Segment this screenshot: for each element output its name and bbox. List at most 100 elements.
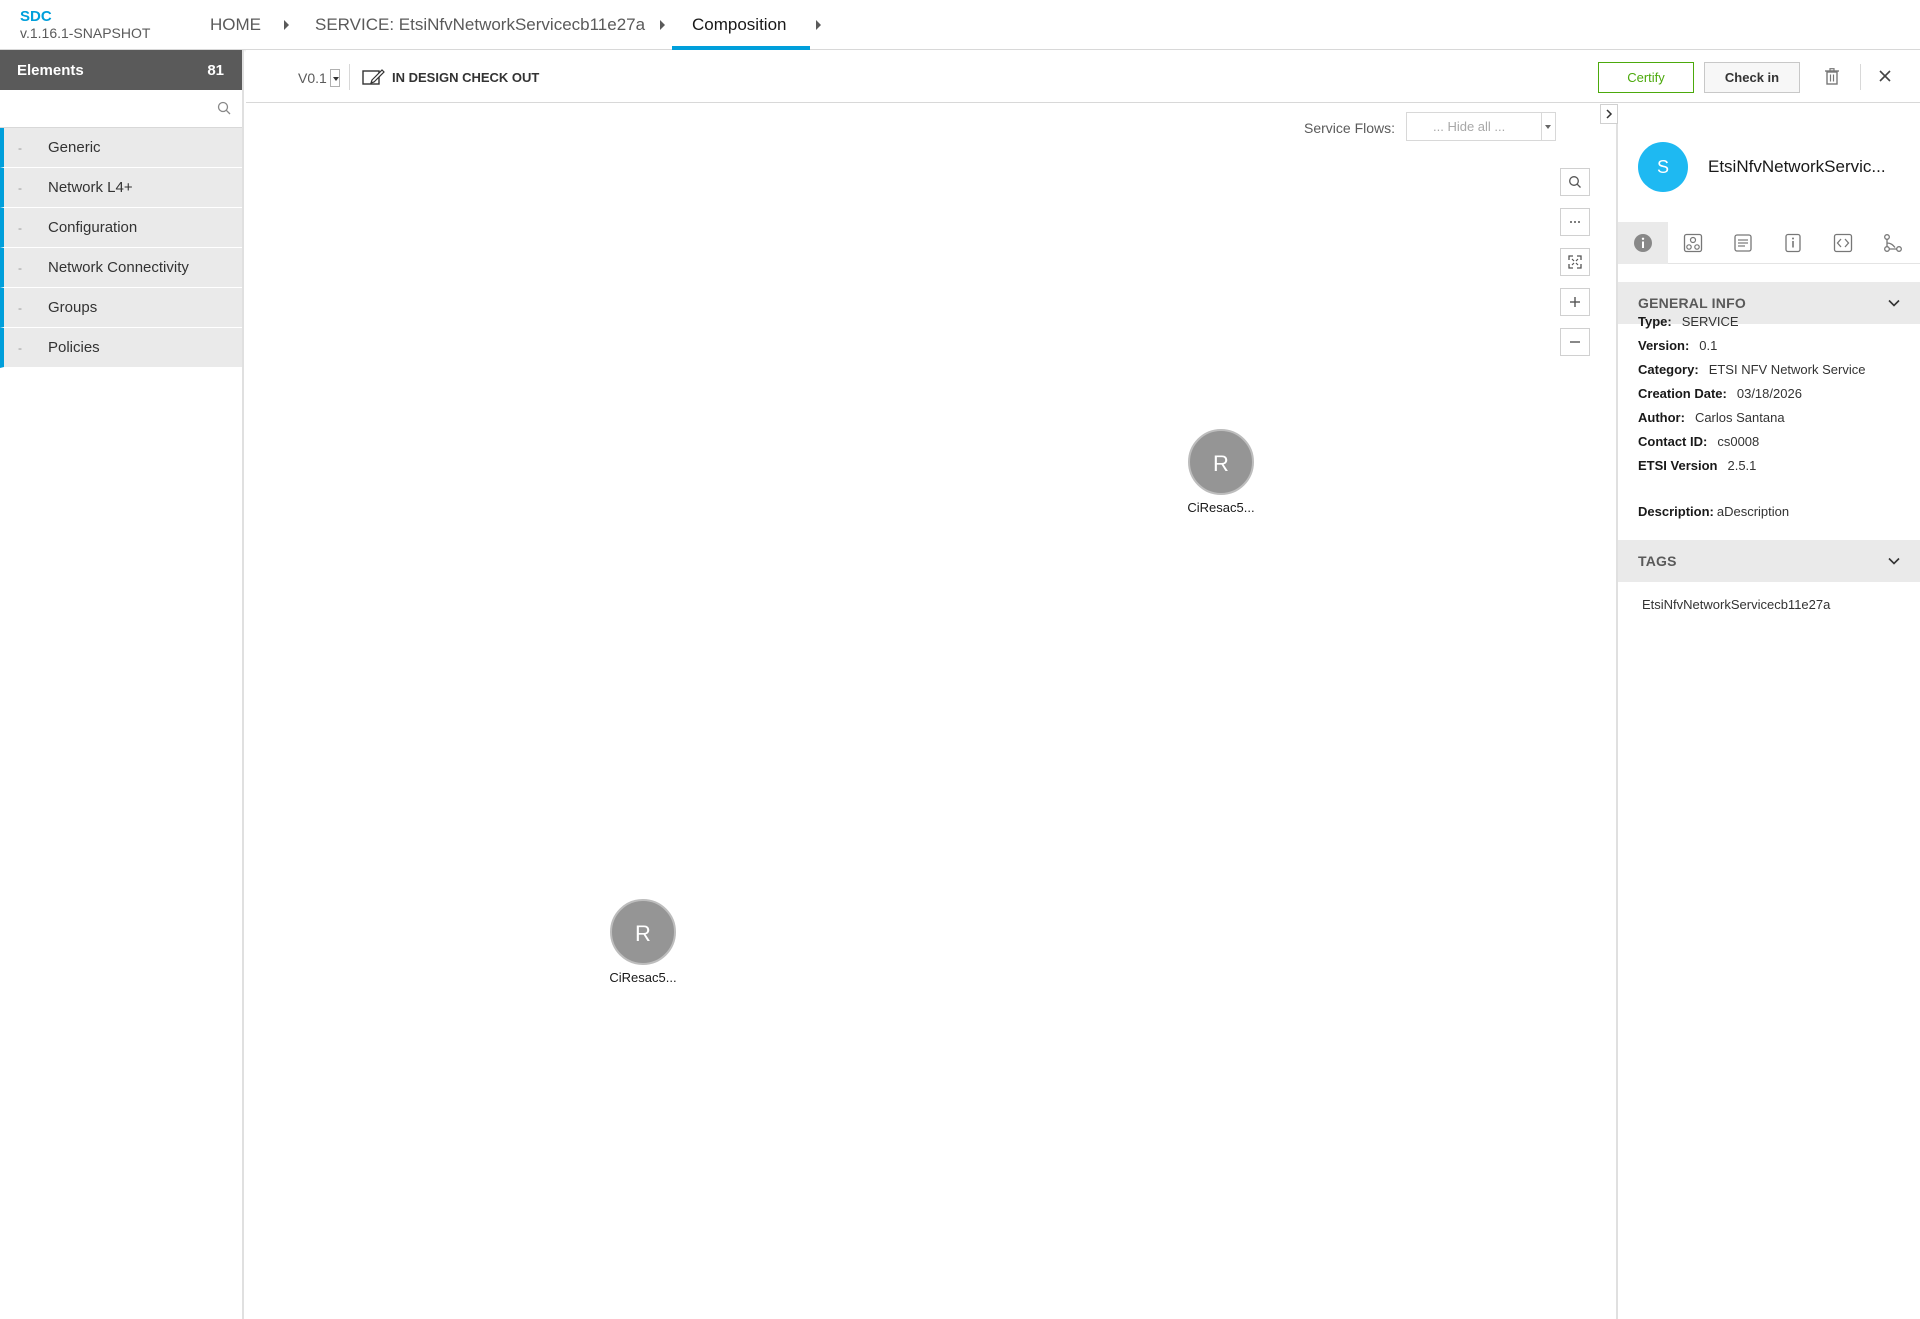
panel-collapse-button[interactable] (1600, 104, 1618, 124)
breadcrumb-separator-icon (660, 20, 665, 30)
api-icon (1833, 233, 1853, 253)
brand[interactable]: SDC v.1.16.1-SNAPSHOT (20, 9, 151, 42)
info-value: Carlos Santana (1694, 410, 1785, 425)
node-label: CiResac5... (1187, 500, 1255, 515)
check-in-button[interactable]: Check in (1704, 62, 1800, 93)
info-row-author: Author: Carlos Santana (1638, 406, 1865, 430)
chevron-right-icon (1606, 109, 1613, 119)
edit-checkout-icon (362, 69, 385, 85)
palette-title: Elements (17, 61, 84, 79)
version-selector[interactable]: V0.1 (298, 69, 340, 87)
palette-group-label: Network L4+ (48, 179, 133, 196)
palette-search-input[interactable] (0, 90, 242, 127)
collapse-dash-icon: - (18, 260, 22, 275)
breadcrumb-separator-icon (284, 20, 289, 30)
collapse-dash-icon: - (18, 140, 22, 155)
info-key: Type: (1638, 314, 1672, 329)
search-icon (1569, 176, 1581, 188)
zoom-in-icon (1570, 297, 1580, 307)
info-value: 03/18/2026 (1736, 386, 1802, 401)
zoom-in-button[interactable] (1560, 288, 1590, 316)
info-key: Contact ID: (1638, 434, 1708, 449)
chevron-down-icon[interactable] (1888, 299, 1900, 307)
tag-item: EtsiNfvNetworkServicecb11e27a (1642, 597, 1831, 612)
general-info-heading: GENERAL INFO (1638, 295, 1746, 311)
info-value: 2.5.1 (1727, 458, 1757, 473)
info-row-creation-date: Creation Date: 03/18/2026 (1638, 382, 1865, 406)
chevron-down-icon[interactable] (1888, 557, 1900, 565)
service-flows-label: Service Flows: (1304, 120, 1396, 136)
info-key: Author: (1638, 410, 1685, 425)
description-value: aDescription (1716, 504, 1790, 519)
panel-header: S EtsiNfvNetworkServic... (1638, 142, 1886, 192)
info-key: Creation Date: (1638, 386, 1727, 401)
service-flows-select[interactable]: ... Hide all ... (1406, 112, 1556, 141)
tab-properties[interactable] (1768, 222, 1818, 264)
close-icon[interactable] (1878, 69, 1892, 88)
toolbar-divider (349, 64, 350, 90)
elements-palette: Elements 81 - Generic - Network L4+ - Confi… (0, 50, 244, 1319)
tab-paths[interactable] (1868, 222, 1918, 264)
more-icon (1570, 221, 1580, 223)
tab-api[interactable] (1818, 222, 1868, 264)
palette-header: Elements 81 (0, 50, 242, 90)
breadcrumb-home[interactable]: HOME (210, 0, 261, 50)
search-icon[interactable] (217, 101, 231, 120)
palette-group-policies[interactable]: - Policies (0, 328, 242, 368)
palette-group-label: Policies (48, 339, 100, 356)
collapse-dash-icon: - (18, 180, 22, 195)
canvas-more-button[interactable] (1560, 208, 1590, 236)
info-key: Category: (1638, 362, 1699, 377)
tags-section-header[interactable]: TAGS (1618, 540, 1920, 582)
zoom-out-button[interactable] (1560, 328, 1590, 356)
info-row-category: Category: ETSI NFV Network Service (1638, 358, 1865, 382)
tab-general-info[interactable] (1618, 222, 1668, 264)
info-row-etsi-version: ETSI Version 2.5.1 (1638, 454, 1865, 478)
palette-group-network-connectivity[interactable]: - Network Connectivity (0, 248, 242, 288)
breadcrumb-service[interactable]: SERVICE: EtsiNfvNetworkServicecb11e27a (315, 0, 645, 50)
tab-composition[interactable] (1668, 222, 1718, 264)
info-row-contact-id: Contact ID: cs0008 (1638, 430, 1865, 454)
node-label: CiResac5... (609, 970, 677, 985)
node-icon[interactable]: R (1188, 429, 1254, 495)
tab-artifacts[interactable] (1718, 222, 1768, 264)
composition-icon (1683, 233, 1703, 253)
tags-heading: TAGS (1638, 553, 1677, 569)
palette-search (0, 90, 242, 128)
certify-button[interactable]: Certify (1598, 62, 1694, 93)
palette-group-groups[interactable]: - Groups (0, 288, 242, 328)
palette-count: 81 (207, 61, 224, 79)
info-icon (1634, 234, 1652, 252)
version-value: V0.1 (298, 70, 327, 86)
trash-icon[interactable] (1824, 68, 1840, 90)
app-version: v.1.16.1-SNAPSHOT (20, 25, 151, 41)
palette-group-generic[interactable]: - Generic (0, 128, 242, 168)
lifecycle-status-text: IN DESIGN CHECK OUT (392, 69, 540, 85)
info-key: Version: (1638, 338, 1690, 353)
palette-group-network-l4[interactable]: - Network L4+ (0, 168, 242, 208)
fit-icon (1568, 255, 1582, 269)
breadcrumb-composition[interactable]: Composition (692, 0, 787, 50)
app-name[interactable]: SDC (20, 9, 150, 25)
chevron-down-icon[interactable] (329, 69, 340, 87)
canvas-search-button[interactable] (1560, 168, 1590, 196)
panel-tabs (1618, 222, 1920, 264)
info-row-type: Type: SERVICE (1638, 310, 1865, 334)
canvas-node[interactable]: R CiResac5... (1176, 429, 1266, 515)
info-key: ETSI Version (1638, 458, 1718, 473)
properties-icon (1785, 233, 1801, 253)
panel-title: EtsiNfvNetworkServic... (1708, 157, 1886, 176)
collapse-dash-icon: - (18, 220, 22, 235)
palette-group-label: Network Connectivity (48, 259, 189, 276)
general-info-list: Type: SERVICE Version: 0.1 Category: ETSI N… (1638, 310, 1865, 478)
node-icon[interactable]: R (610, 899, 676, 965)
workspace-toolbar: V0.1 IN DESIGN CHECK OUT Certify Check i… (246, 50, 1920, 103)
composition-canvas[interactable]: Service Flows: ... Hide all ... R CiResa… (246, 104, 1616, 1319)
info-value: ETSI NFV Network Service (1708, 362, 1866, 377)
info-value: SERVICE (1681, 314, 1739, 329)
canvas-fit-button[interactable] (1560, 248, 1590, 276)
palette-group-configuration[interactable]: - Configuration (0, 208, 242, 248)
palette-group-label: Generic (48, 139, 101, 156)
canvas-node[interactable]: R CiResac5... (598, 899, 688, 985)
breadcrumb-separator-icon[interactable] (816, 20, 821, 30)
